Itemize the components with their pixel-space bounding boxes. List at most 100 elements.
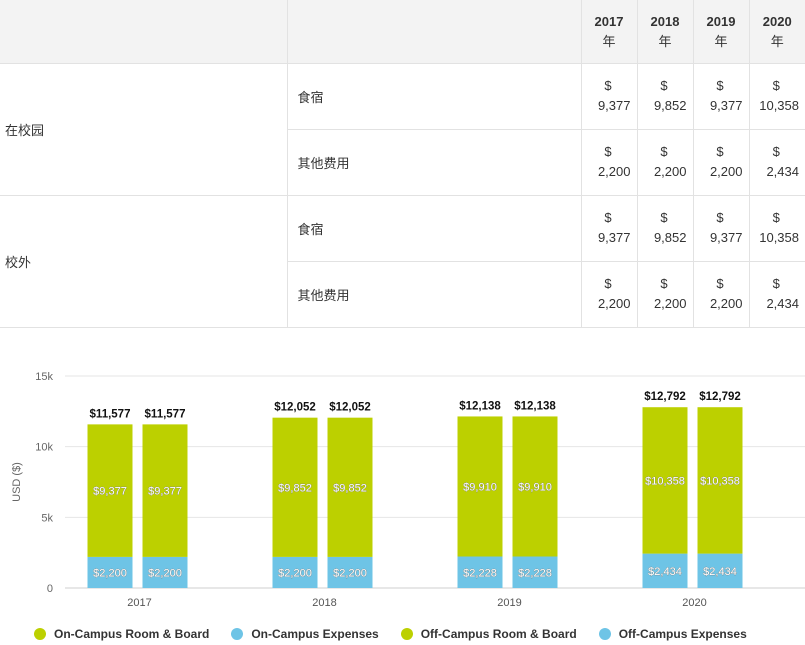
value-cell: $2,434 xyxy=(748,129,805,196)
value-cell: $9,377 xyxy=(580,195,637,262)
currency-symbol: $ xyxy=(716,210,724,225)
value-amount: 2,200 xyxy=(709,296,743,311)
legend-label: Off-Campus Room & Board xyxy=(420,627,577,641)
currency-symbol: $ xyxy=(772,210,780,225)
y-tick-label: 15k xyxy=(35,371,53,383)
bar-total-label: $12,792 xyxy=(644,391,686,403)
value-cell: $10,358 xyxy=(748,63,805,130)
bar-segment-label: $2,200 xyxy=(148,567,182,579)
bar-total-label: $12,138 xyxy=(459,400,501,412)
value-cell: $2,200 xyxy=(580,261,637,328)
legend-label: On-Campus Expenses xyxy=(251,627,379,641)
bar-segment-label: $10,358 xyxy=(700,475,740,487)
value-cell: $2,434 xyxy=(748,261,805,328)
y-axis-label: USD ($) xyxy=(11,462,23,502)
x-tick-label: 2017 xyxy=(127,597,151,609)
value-cell: $2,200 xyxy=(692,129,749,196)
bar-segment-label: $2,434 xyxy=(648,566,682,578)
currency-symbol: $ xyxy=(716,144,724,159)
header-year-suffix: 年 xyxy=(658,34,672,49)
legend-label: Off-Campus Expenses xyxy=(618,627,747,641)
bar-total-label: $12,052 xyxy=(329,402,371,414)
value-amount: 10,358 xyxy=(759,98,799,113)
category-label: 校外 xyxy=(0,195,287,328)
header-year-number: 2017 xyxy=(594,14,624,29)
x-tick-label: 2019 xyxy=(497,597,521,609)
value-amount: 9,852 xyxy=(653,98,687,113)
header-empty-category xyxy=(0,0,287,64)
bar-total-label: $12,138 xyxy=(514,400,556,412)
value-amount: 2,200 xyxy=(597,164,631,179)
value-amount: 2,200 xyxy=(597,296,631,311)
y-tick-label: 10k xyxy=(35,442,53,454)
bar-total-label: $12,052 xyxy=(274,402,316,414)
legend-dot xyxy=(400,628,413,640)
header-year-number: 2020 xyxy=(762,14,792,29)
header-year-suffix: 年 xyxy=(714,34,728,49)
table-row: 校外 食宿 $9,377 $9,852 $9,377 $10,358 xyxy=(0,195,805,328)
chart-legend: On-Campus Room & Board On-Campus Expense… xyxy=(34,627,769,641)
cost-table: 2017 年 2018 年 2019 年 2020 年 在校园 食宿 $9,377 $9… xyxy=(0,0,805,328)
value-cell: $9,377 xyxy=(692,63,749,130)
currency-symbol: $ xyxy=(772,276,780,291)
y-tick-label: 0 xyxy=(47,583,53,595)
y-tick-label: 5k xyxy=(41,512,53,524)
bar-total-label: $12,792 xyxy=(699,391,741,403)
value-amount: 10,358 xyxy=(759,230,799,245)
bar-segment-label: $9,910 xyxy=(463,481,497,493)
currency-symbol: $ xyxy=(660,78,668,93)
value-cell: $9,852 xyxy=(636,195,693,262)
header-empty-item xyxy=(286,0,581,64)
legend-item[interactable]: Off-Campus Expenses xyxy=(598,627,747,641)
value-cell: $2,200 xyxy=(636,129,693,196)
currency-symbol: $ xyxy=(716,276,724,291)
legend-dot xyxy=(598,628,611,640)
bar-total-label: $11,577 xyxy=(90,408,131,420)
value-cell: $2,200 xyxy=(692,261,749,328)
currency-symbol: $ xyxy=(772,144,780,159)
bar-segment-label: $2,200 xyxy=(278,567,312,579)
value-amount: 9,377 xyxy=(709,98,743,113)
currency-symbol: $ xyxy=(660,276,668,291)
header-year-number: 2018 xyxy=(650,14,680,29)
value-amount: 2,434 xyxy=(766,296,799,311)
currency-symbol: $ xyxy=(604,78,612,93)
currency-symbol: $ xyxy=(716,78,724,93)
value-amount: 2,434 xyxy=(766,164,799,179)
table-header-row: 2017 年 2018 年 2019 年 2020 年 xyxy=(0,0,805,64)
bar-segment-label: $2,200 xyxy=(333,567,367,579)
legend-label: On-Campus Room & Board xyxy=(54,627,210,641)
value-cell: $9,377 xyxy=(580,63,637,130)
bar-segment-label: $10,358 xyxy=(645,475,685,487)
x-tick-label: 2018 xyxy=(312,597,336,609)
header-year: 2020 年 xyxy=(748,0,805,64)
value-amount: 9,377 xyxy=(597,230,631,245)
row-label: 其他费用 xyxy=(286,261,581,328)
header-year-number: 2019 xyxy=(706,14,736,29)
value-cell: $9,852 xyxy=(636,63,693,130)
header-year-suffix: 年 xyxy=(770,34,784,49)
x-tick-label: 2020 xyxy=(682,597,706,609)
bar-segment-label: $9,910 xyxy=(518,481,552,493)
value-amount: 2,200 xyxy=(709,164,743,179)
bar-segment-label: $9,377 xyxy=(148,486,182,498)
row-label: 食宿 xyxy=(286,63,581,130)
currency-symbol: $ xyxy=(772,78,780,93)
row-label: 其他费用 xyxy=(286,129,581,196)
currency-symbol: $ xyxy=(604,210,612,225)
legend-item[interactable]: On-Campus Expenses xyxy=(231,627,379,641)
bar-segment-label: $2,200 xyxy=(93,567,127,579)
currency-symbol: $ xyxy=(604,144,612,159)
legend-item[interactable]: Off-Campus Room & Board xyxy=(400,627,577,641)
value-cell: $2,200 xyxy=(580,129,637,196)
value-amount: 9,377 xyxy=(709,230,743,245)
currency-symbol: $ xyxy=(604,276,612,291)
currency-symbol: $ xyxy=(660,144,668,159)
row-label: 食宿 xyxy=(286,195,581,262)
bar-segment-label: $2,228 xyxy=(518,567,552,579)
legend-dot xyxy=(34,628,46,640)
bar-total-label: $11,577 xyxy=(145,408,186,420)
legend-item[interactable]: On-Campus Room & Board xyxy=(34,627,209,641)
value-cell: $9,377 xyxy=(692,195,749,262)
bar-segment-label: $9,852 xyxy=(333,482,367,494)
